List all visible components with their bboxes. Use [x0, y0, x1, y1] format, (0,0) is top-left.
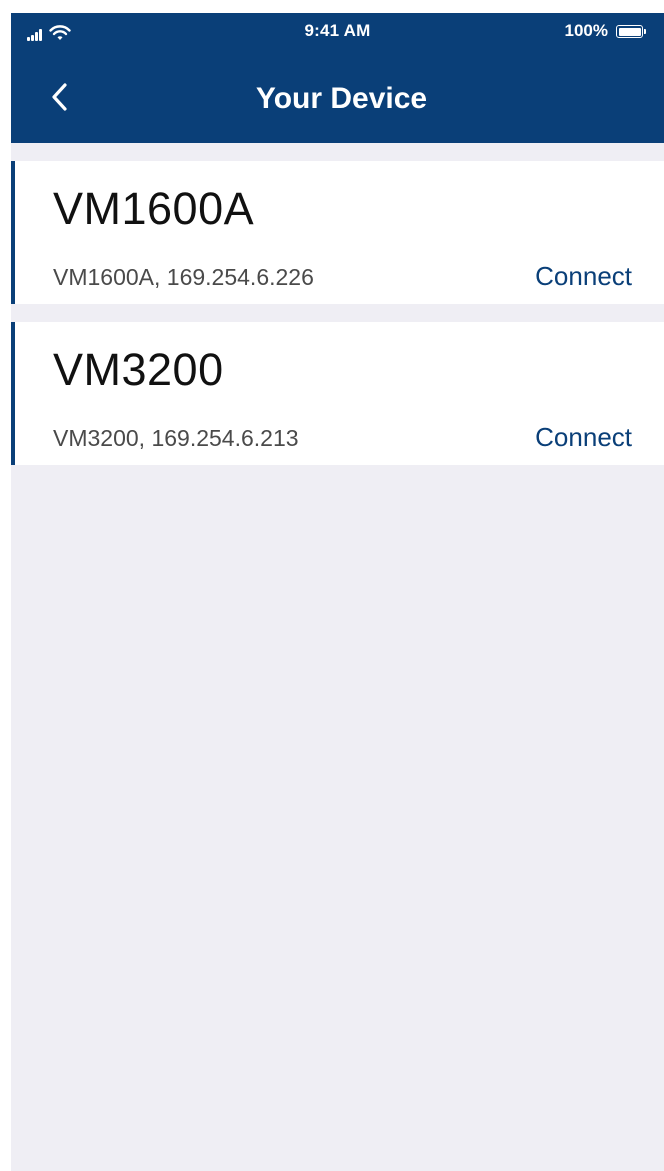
page-title: Your Device [255, 82, 428, 115]
battery-percentage: 100% [564, 21, 608, 40]
navigation-header: 9:41 AM 100% Your Device [11, 13, 664, 143]
app-screen: 9:41 AM 100% Your Device VM1600A VM1600A… [11, 13, 664, 1171]
phone-frame: 9:41 AM 100% Your Device VM1600A VM1600A… [0, 0, 664, 1171]
connect-button[interactable]: Connect [535, 422, 632, 453]
status-bar: 9:41 AM 100% [11, 13, 664, 53]
battery-icon [616, 25, 648, 40]
device-name: VM1600A [53, 183, 255, 234]
device-card[interactable]: VM1600A VM1600A, 169.254.6.226 Connect [11, 161, 664, 304]
device-address: VM3200, 169.254.6.213 [53, 425, 299, 451]
device-name: VM3200 [53, 344, 224, 395]
connect-button[interactable]: Connect [535, 261, 632, 292]
device-card[interactable]: VM3200 VM3200, 169.254.6.213 Connect [11, 322, 664, 465]
device-address: VM1600A, 169.254.6.226 [53, 264, 314, 290]
device-list: VM1600A VM1600A, 169.254.6.226 Connect V… [11, 161, 664, 483]
